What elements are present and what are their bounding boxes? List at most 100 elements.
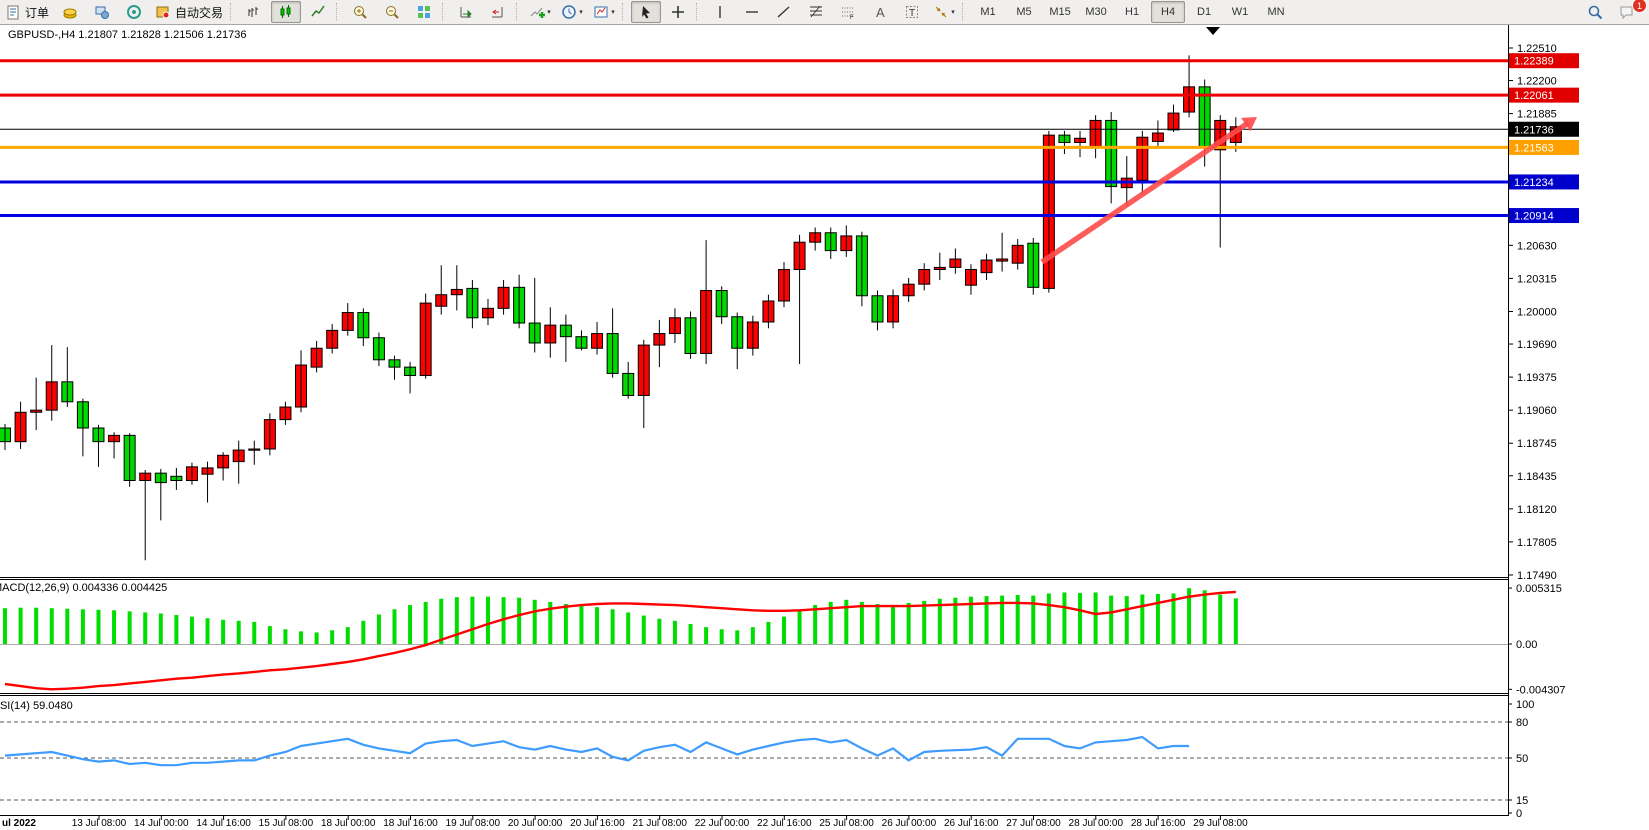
svg-text:F: F bbox=[850, 15, 854, 20]
dropdown-caret-icon[interactable]: ▾ bbox=[579, 8, 583, 16]
chat-button[interactable]: 1 bbox=[1612, 1, 1642, 23]
fibonacci-button[interactable] bbox=[801, 1, 831, 23]
time-label: 20 Jul 16:00 bbox=[570, 818, 625, 829]
time-label: 25 Jul 08:00 bbox=[819, 818, 874, 829]
chart-shift-button[interactable] bbox=[483, 1, 513, 23]
toolbar-separator bbox=[336, 3, 342, 21]
timeframe-m5-button[interactable]: M5 bbox=[1007, 1, 1041, 23]
time-label: 14 Jul 16:00 bbox=[196, 818, 251, 829]
price-tick-label: 1.17805 bbox=[1517, 537, 1557, 549]
trendline-button[interactable] bbox=[769, 1, 799, 23]
price-tick-label: 1.19060 bbox=[1517, 405, 1557, 417]
rsi-tick-label: 80 bbox=[1516, 717, 1528, 729]
timeframe-h1-button[interactable]: H1 bbox=[1115, 1, 1149, 23]
hline-icon bbox=[744, 4, 760, 20]
new-order-label: 订单 bbox=[25, 4, 49, 21]
timeframe-d1-button[interactable]: D1 bbox=[1187, 1, 1221, 23]
zoomout-icon bbox=[384, 4, 400, 20]
time-label: 26 Jul 00:00 bbox=[882, 818, 937, 829]
auto-trading-label: 自动交易 bbox=[175, 4, 223, 21]
zoom-in-button[interactable] bbox=[345, 1, 375, 23]
chart-canvas[interactable]: 1.225101.222001.218851.206301.203151.200… bbox=[0, 0, 1649, 830]
auto-scroll-button[interactable] bbox=[451, 1, 481, 23]
bars-icon bbox=[246, 4, 262, 20]
expert-advisor-button[interactable] bbox=[87, 1, 117, 23]
price-tick-label: 1.18435 bbox=[1517, 471, 1557, 483]
indadd-icon bbox=[529, 4, 545, 20]
timeframe-m30-button[interactable]: M30 bbox=[1079, 1, 1113, 23]
price-tick-label: 1.20630 bbox=[1517, 240, 1557, 252]
toolbar-separator bbox=[622, 3, 628, 21]
tline-icon bbox=[776, 4, 792, 20]
time-label: 18 Jul 00:00 bbox=[321, 818, 376, 829]
time-label: 14 Jul 00:00 bbox=[134, 818, 189, 829]
tile-icon bbox=[416, 4, 432, 20]
mt4-window: 订单自动交易▾▾▾FAT▾M1M5M15M30H1H4D1W1MN1 GBPUS… bbox=[0, 0, 1649, 830]
cross-icon bbox=[670, 4, 686, 20]
time-label: 19 Jul 08:00 bbox=[446, 818, 501, 829]
periods-button[interactable]: ▾ bbox=[557, 1, 587, 23]
line-chart-button[interactable] bbox=[303, 1, 333, 23]
macd-tick-label: 0.005315 bbox=[1516, 583, 1562, 595]
dropdown-caret-icon[interactable]: ▾ bbox=[951, 8, 955, 16]
time-label: 22 Jul 00:00 bbox=[695, 818, 750, 829]
price-tick-label: 1.20000 bbox=[1517, 306, 1557, 318]
search-icon bbox=[1587, 4, 1603, 20]
price-tick-label: 1.18745 bbox=[1517, 438, 1557, 450]
price-tick-label: 1.20315 bbox=[1517, 273, 1557, 285]
arrows-button[interactable]: ▾ bbox=[929, 1, 959, 23]
doc-icon bbox=[5, 4, 21, 20]
time-label: 26 Jul 16:00 bbox=[944, 818, 999, 829]
cursor-icon bbox=[638, 4, 654, 20]
dropdown-caret-icon[interactable]: ▾ bbox=[547, 8, 551, 16]
new-order-button[interactable]: 订单 bbox=[1, 1, 53, 23]
time-label: 29 Jul 08:00 bbox=[1193, 818, 1248, 829]
timeframe-h4-button[interactable]: H4 bbox=[1151, 1, 1185, 23]
candles-icon bbox=[278, 4, 294, 20]
search-button[interactable] bbox=[1580, 1, 1610, 23]
time-label: 27 Jul 08:00 bbox=[1006, 818, 1061, 829]
timeframe-mn-button[interactable]: MN bbox=[1259, 1, 1293, 23]
chart-gold-button[interactable] bbox=[55, 1, 85, 23]
price-tick-label: 1.18120 bbox=[1517, 504, 1557, 516]
text-label-button[interactable]: T bbox=[897, 1, 927, 23]
timeframe-m1-button[interactable]: M1 bbox=[971, 1, 1005, 23]
indicators-button[interactable]: ▾ bbox=[525, 1, 555, 23]
svg-text:T: T bbox=[909, 8, 915, 19]
timeframe-w1-button[interactable]: W1 bbox=[1223, 1, 1257, 23]
vertical-line-button[interactable] bbox=[705, 1, 735, 23]
arrows-icon bbox=[933, 4, 949, 20]
vline-icon bbox=[712, 4, 728, 20]
clock-icon bbox=[561, 4, 577, 20]
fibo-icon bbox=[808, 4, 824, 20]
zoom-out-button[interactable] bbox=[377, 1, 407, 23]
macd-tick-label: -0.004307 bbox=[1516, 684, 1566, 696]
notification-badge: 1 bbox=[1632, 0, 1647, 13]
time-label: 20 Jul 00:00 bbox=[508, 818, 563, 829]
bar-chart-button[interactable] bbox=[239, 1, 269, 23]
signal-icon bbox=[126, 4, 142, 20]
template-icon bbox=[593, 4, 609, 20]
candle-chart-button[interactable] bbox=[271, 1, 301, 23]
auto-trading-button[interactable]: 自动交易 bbox=[151, 1, 227, 23]
equidistant-button[interactable]: F bbox=[833, 1, 863, 23]
time-label: 22 Jul 16:00 bbox=[757, 818, 812, 829]
price-tick-label: 1.19690 bbox=[1517, 339, 1557, 351]
horizontal-line-button[interactable] bbox=[737, 1, 767, 23]
gold-icon bbox=[62, 4, 78, 20]
price-badge-label: 1.21736 bbox=[1514, 124, 1554, 136]
tile-windows-button[interactable] bbox=[409, 1, 439, 23]
signals-button[interactable] bbox=[119, 1, 149, 23]
crosshair-button[interactable] bbox=[663, 1, 693, 23]
cursor-button[interactable] bbox=[631, 1, 661, 23]
timeframe-m15-button[interactable]: M15 bbox=[1043, 1, 1077, 23]
text-button[interactable]: A bbox=[865, 1, 895, 23]
time-label: 15 Jul 08:00 bbox=[259, 818, 314, 829]
time-label: 28 Jul 16:00 bbox=[1131, 818, 1186, 829]
toolbar-separator bbox=[516, 3, 522, 21]
shift-icon bbox=[490, 4, 506, 20]
dropdown-caret-icon[interactable]: ▾ bbox=[611, 8, 615, 16]
rsi-tick-label: 50 bbox=[1516, 753, 1528, 765]
time-label: 18 Jul 16:00 bbox=[383, 818, 438, 829]
templates-button[interactable]: ▾ bbox=[589, 1, 619, 23]
